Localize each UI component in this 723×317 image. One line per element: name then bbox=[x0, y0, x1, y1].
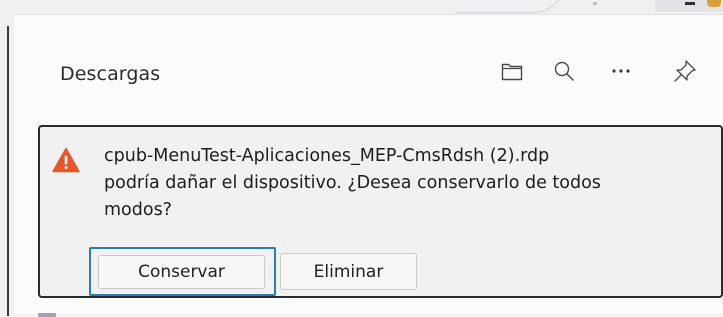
search-icon bbox=[554, 61, 574, 81]
toolbar-mark bbox=[593, 2, 597, 5]
download-warning-message: cpub-MenuTest-Aplicaciones_MEP-CmsRdsh (… bbox=[104, 143, 714, 224]
panel-title: Descargas bbox=[60, 63, 161, 85]
download-item: cpub-MenuTest-Aplicaciones_MEP-CmsRdsh (… bbox=[38, 125, 723, 298]
tab-edge bbox=[455, 0, 566, 13]
download-warning-text-end: modos? bbox=[104, 200, 172, 220]
more-options-button[interactable] bbox=[605, 55, 637, 87]
browser-top-strip bbox=[0, 0, 723, 14]
extension-glyph bbox=[685, 2, 695, 5]
next-item-icon bbox=[38, 313, 56, 317]
search-downloads-button[interactable] bbox=[548, 55, 580, 87]
window-edge-line bbox=[7, 26, 9, 316]
window-left-edge bbox=[0, 14, 14, 316]
download-warning-text: podría dañar el dispositivo. ¿Desea cons… bbox=[104, 173, 601, 193]
extension-button[interactable] bbox=[655, 0, 723, 12]
keep-button[interactable]: Conservar bbox=[98, 255, 265, 289]
downloads-flyout: Descargas cpub-MenuTest-Aplicaciones_MEP… bbox=[14, 14, 723, 317]
download-indicator bbox=[707, 0, 721, 7]
more-icon bbox=[612, 69, 630, 73]
pin-icon bbox=[674, 60, 696, 82]
download-file-name: cpub-MenuTest-Aplicaciones_MEP-CmsRdsh (… bbox=[104, 146, 550, 166]
warning-icon bbox=[52, 147, 80, 173]
folder-icon bbox=[501, 63, 523, 81]
delete-button[interactable]: Eliminar bbox=[280, 253, 417, 290]
open-folder-button[interactable] bbox=[496, 55, 528, 87]
keep-focus-ring: Conservar bbox=[89, 247, 276, 296]
pin-button[interactable] bbox=[669, 55, 701, 87]
